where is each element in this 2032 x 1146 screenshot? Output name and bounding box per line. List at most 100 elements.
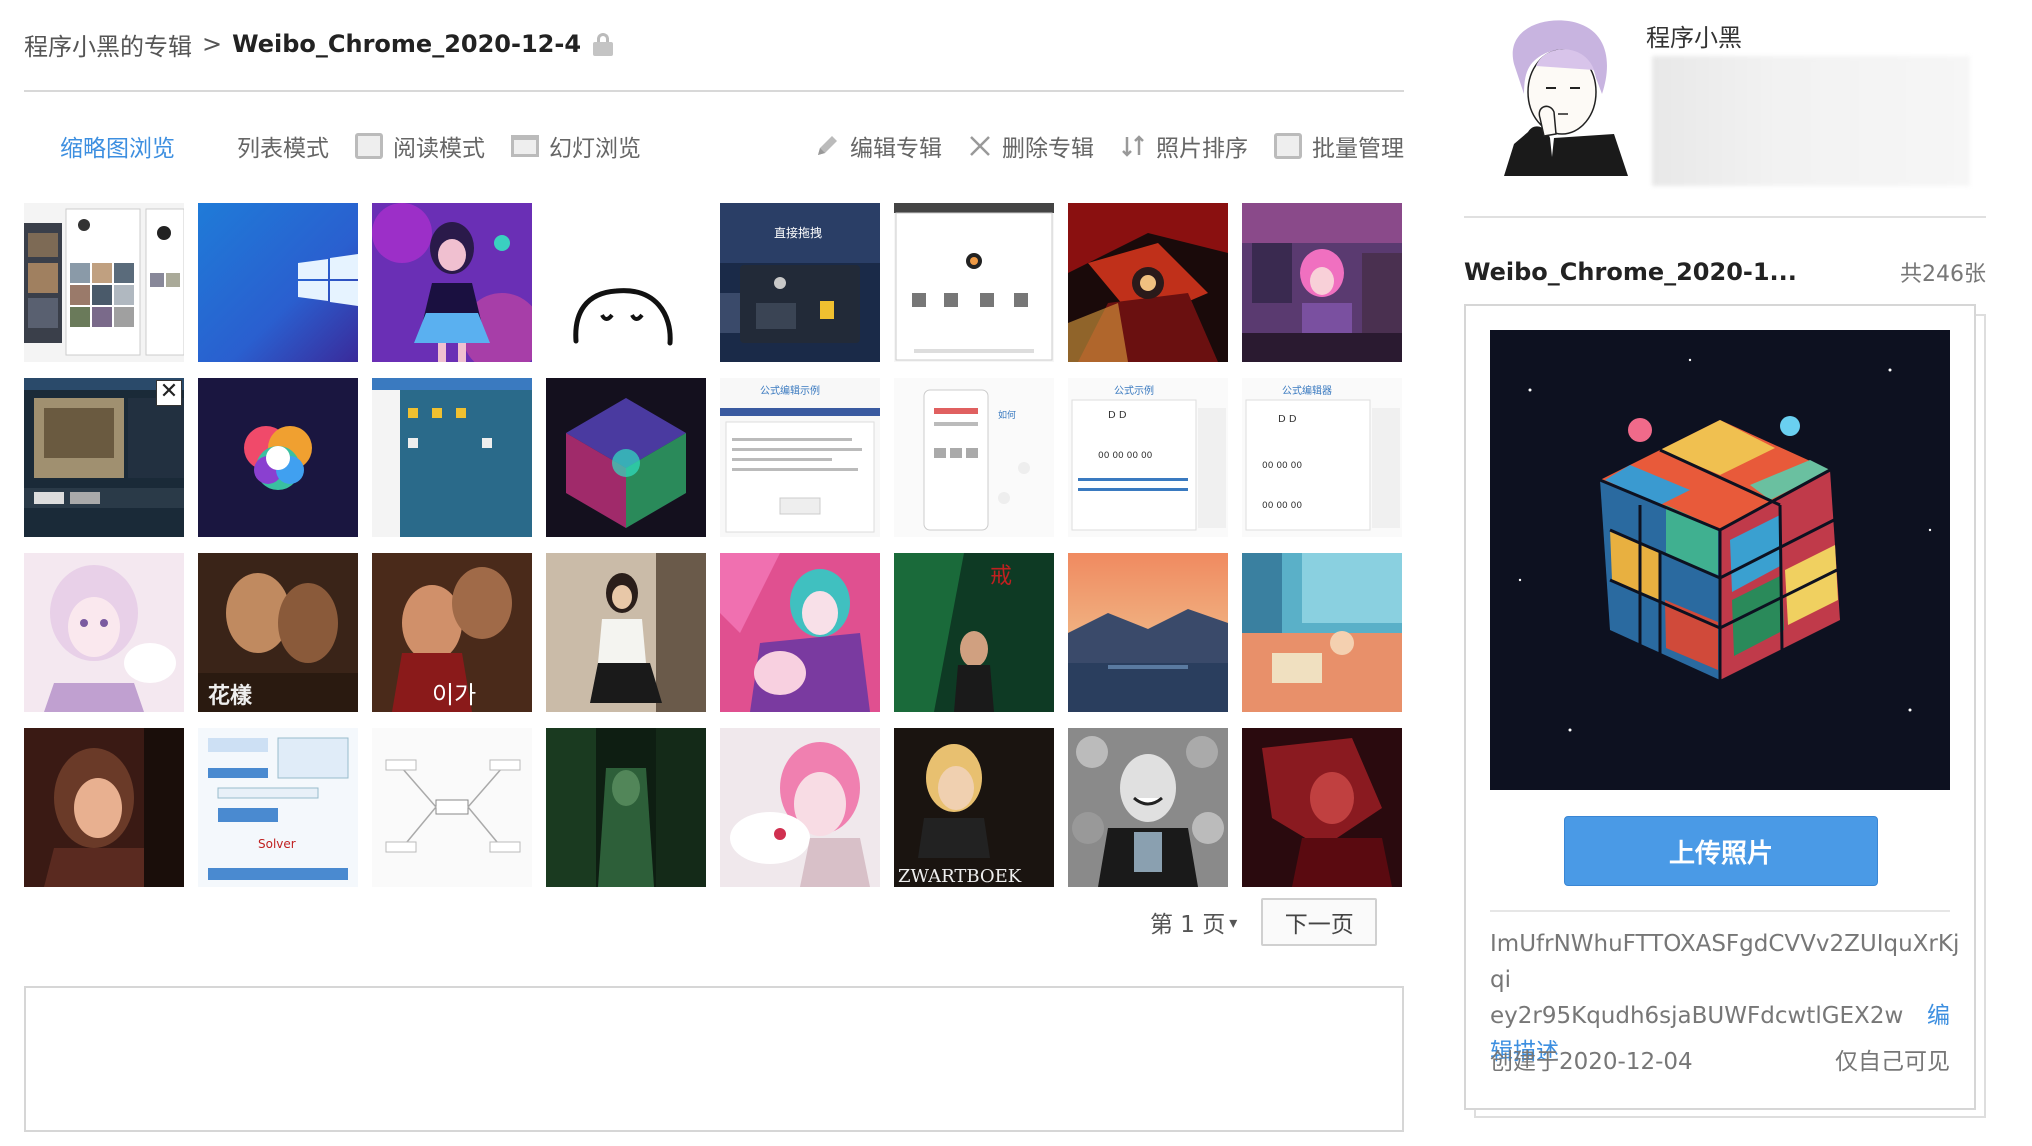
photo-thumbnail[interactable] [720,728,880,887]
breadcrumb-separator: > [202,30,223,58]
photo-thumbnail[interactable] [24,728,184,887]
sort-icon [1122,135,1144,157]
svg-text:00 00 00: 00 00 00 [1262,461,1302,471]
visibility-status[interactable]: 仅自己可见 [1835,1042,1950,1076]
batch-manage-label: 批量管理 [1312,136,1404,162]
photo-thumbnail[interactable]: 戒 [894,553,1054,712]
edit-album-label: 编辑专辑 [850,136,942,162]
photo-thumbnail[interactable]: ✕ [24,378,184,537]
slideshow-button[interactable]: 幻灯浏览 [511,129,641,163]
sort-photos-label: 照片排序 [1156,136,1248,162]
album-cover-image[interactable] [1490,330,1950,790]
breadcrumb-album-name: Weibo_Chrome_2020-12-4 [232,30,582,58]
photo-thumbnail[interactable] [546,553,706,712]
photo-thumbnail[interactable] [198,378,358,537]
photo-thumbnail[interactable] [546,378,706,537]
pencil-icon [818,136,837,155]
next-page-button[interactable]: 下一页 [1261,898,1378,946]
photo-thumbnail[interactable] [1068,728,1228,887]
profile-divider [1464,216,1986,218]
description-line-1: ImUfrNWhuFTTOXASFgdCVVv2ZUIquXrKjqi [1490,931,1960,993]
list-mode-button[interactable]: 列表模式 [201,129,329,163]
svg-text:直接拖拽: 直接拖拽 [774,225,822,240]
description-line-2: ey2r95Kqudh6sjaBUWFdcwtlGEX2w [1490,1003,1904,1029]
batch-manage-button[interactable]: 批量管理 [1274,129,1404,163]
photo-thumbnail[interactable] [372,203,532,362]
photo-thumbnail[interactable] [1242,728,1402,887]
svg-text:花樣: 花樣 [208,683,253,709]
current-page-label: 第 1 页 [1150,912,1226,938]
reading-mode-label: 阅读模式 [393,136,485,162]
album-header: Weibo_Chrome_2020-1... 共246张 [1464,256,1986,288]
photo-thumbnail[interactable] [372,728,532,887]
breadcrumb-owner-album-link[interactable]: 程序小黑的专辑 [24,27,192,62]
slideshow-label: 幻灯浏览 [549,136,641,162]
svg-text:Solver: Solver [258,837,296,851]
photo-thumbnail[interactable] [24,553,184,712]
photo-thumbnail[interactable] [894,203,1054,362]
svg-text:公式示例: 公式示例 [1114,384,1154,397]
description-line-2-row: ey2r95Kqudh6sjaBUWFdcwtlGEX2w 编 [1490,998,1960,1034]
photo-thumbnail[interactable]: ZWARTBOEK [894,728,1054,887]
blurred-profile-info [1652,56,1970,186]
photo-grid: 直接拖拽 ✕ 公式编辑示例 如何 公式示例 D D 00 00 00 00 公式编辑… [24,203,1404,887]
photo-thumbnail[interactable] [198,203,358,362]
edit-description-link[interactable]: 编 [1927,998,1950,1034]
reading-mode-button[interactable]: 阅读模式 [355,129,485,163]
thumbnail-view-label: 缩略图浏览 [60,136,175,162]
view-toolbar: 缩略图浏览 列表模式 阅读模式 幻灯浏览 编辑专辑 删除专辑 照片排序 批量管理 [24,126,1404,166]
avatar[interactable] [1484,14,1628,176]
username[interactable]: 程序小黑 [1646,18,1742,53]
thumbnail-view-button[interactable]: 缩略图浏览 [24,129,175,163]
photo-thumbnail[interactable]: 如何 [894,378,1054,537]
photo-thumbnail[interactable]: 花樣 [198,553,358,712]
photo-thumbnail[interactable] [1068,553,1228,712]
comment-area[interactable] [24,986,1404,1132]
photo-thumbnail[interactable] [1068,203,1228,362]
photo-thumbnail[interactable] [720,553,880,712]
delete-album-label: 删除专辑 [1002,136,1094,162]
photo-thumbnail[interactable]: 公式编辑示例 [720,378,880,537]
photo-thumbnail[interactable]: 이가 [372,553,532,712]
grid-icon [24,133,50,159]
svg-text:公式编辑器: 公式编辑器 [1282,384,1332,397]
svg-text:00 00 00: 00 00 00 [1262,501,1302,511]
photo-thumbnail[interactable] [24,203,184,362]
photo-thumbnail[interactable]: 公式示例 D D 00 00 00 00 [1068,378,1228,537]
svg-text:D D: D D [1108,410,1127,421]
breadcrumb: 程序小黑的专辑 > Weibo_Chrome_2020-12-4 [24,26,614,62]
photo-thumbnail[interactable] [1242,553,1402,712]
pagination: 第 1 页 ▾ 下一页 [1150,898,1378,946]
photo-thumbnail[interactable] [546,728,706,887]
svg-text:ZWARTBOEK: ZWARTBOEK [898,866,1022,887]
upload-photo-button[interactable]: 上传照片 [1564,816,1878,886]
album-title: Weibo_Chrome_2020-1... [1464,258,1797,286]
chevron-down-icon: ▾ [1229,912,1238,932]
page-selector[interactable]: 第 1 页 ▾ [1150,905,1237,939]
list-icon [201,133,227,159]
photo-thumbnail[interactable] [546,203,706,362]
svg-text:00 00 00 00: 00 00 00 00 [1098,451,1153,461]
reading-icon [355,133,383,159]
delete-album-button[interactable]: 删除专辑 [968,129,1094,163]
lock-icon [593,31,614,57]
svg-text:如何: 如何 [998,409,1016,421]
photo-thumbnail[interactable] [1242,203,1402,362]
album-actions: 编辑专辑 删除专辑 照片排序 批量管理 [788,129,1404,163]
list-mode-label: 列表模式 [237,136,329,162]
sort-photos-button[interactable]: 照片排序 [1120,129,1248,163]
batch-icon [1274,133,1302,159]
close-icon[interactable]: ✕ [156,380,182,406]
photo-thumbnail[interactable]: 公式编辑器 D D 00 00 00 00 00 00 [1242,378,1402,537]
header-divider [24,90,1404,92]
card-divider [1490,910,1950,912]
slideshow-icon [511,135,539,157]
edit-album-button[interactable]: 编辑专辑 [814,129,942,163]
photo-count: 共246张 [1900,262,1986,287]
photo-thumbnail[interactable]: Solver [198,728,358,887]
svg-text:戒: 戒 [990,564,1012,589]
photo-thumbnail[interactable] [372,378,532,537]
photo-thumbnail[interactable]: 直接拖拽 [720,203,880,362]
svg-text:公式编辑示例: 公式编辑示例 [760,384,820,397]
svg-text:이가: 이가 [432,681,476,709]
